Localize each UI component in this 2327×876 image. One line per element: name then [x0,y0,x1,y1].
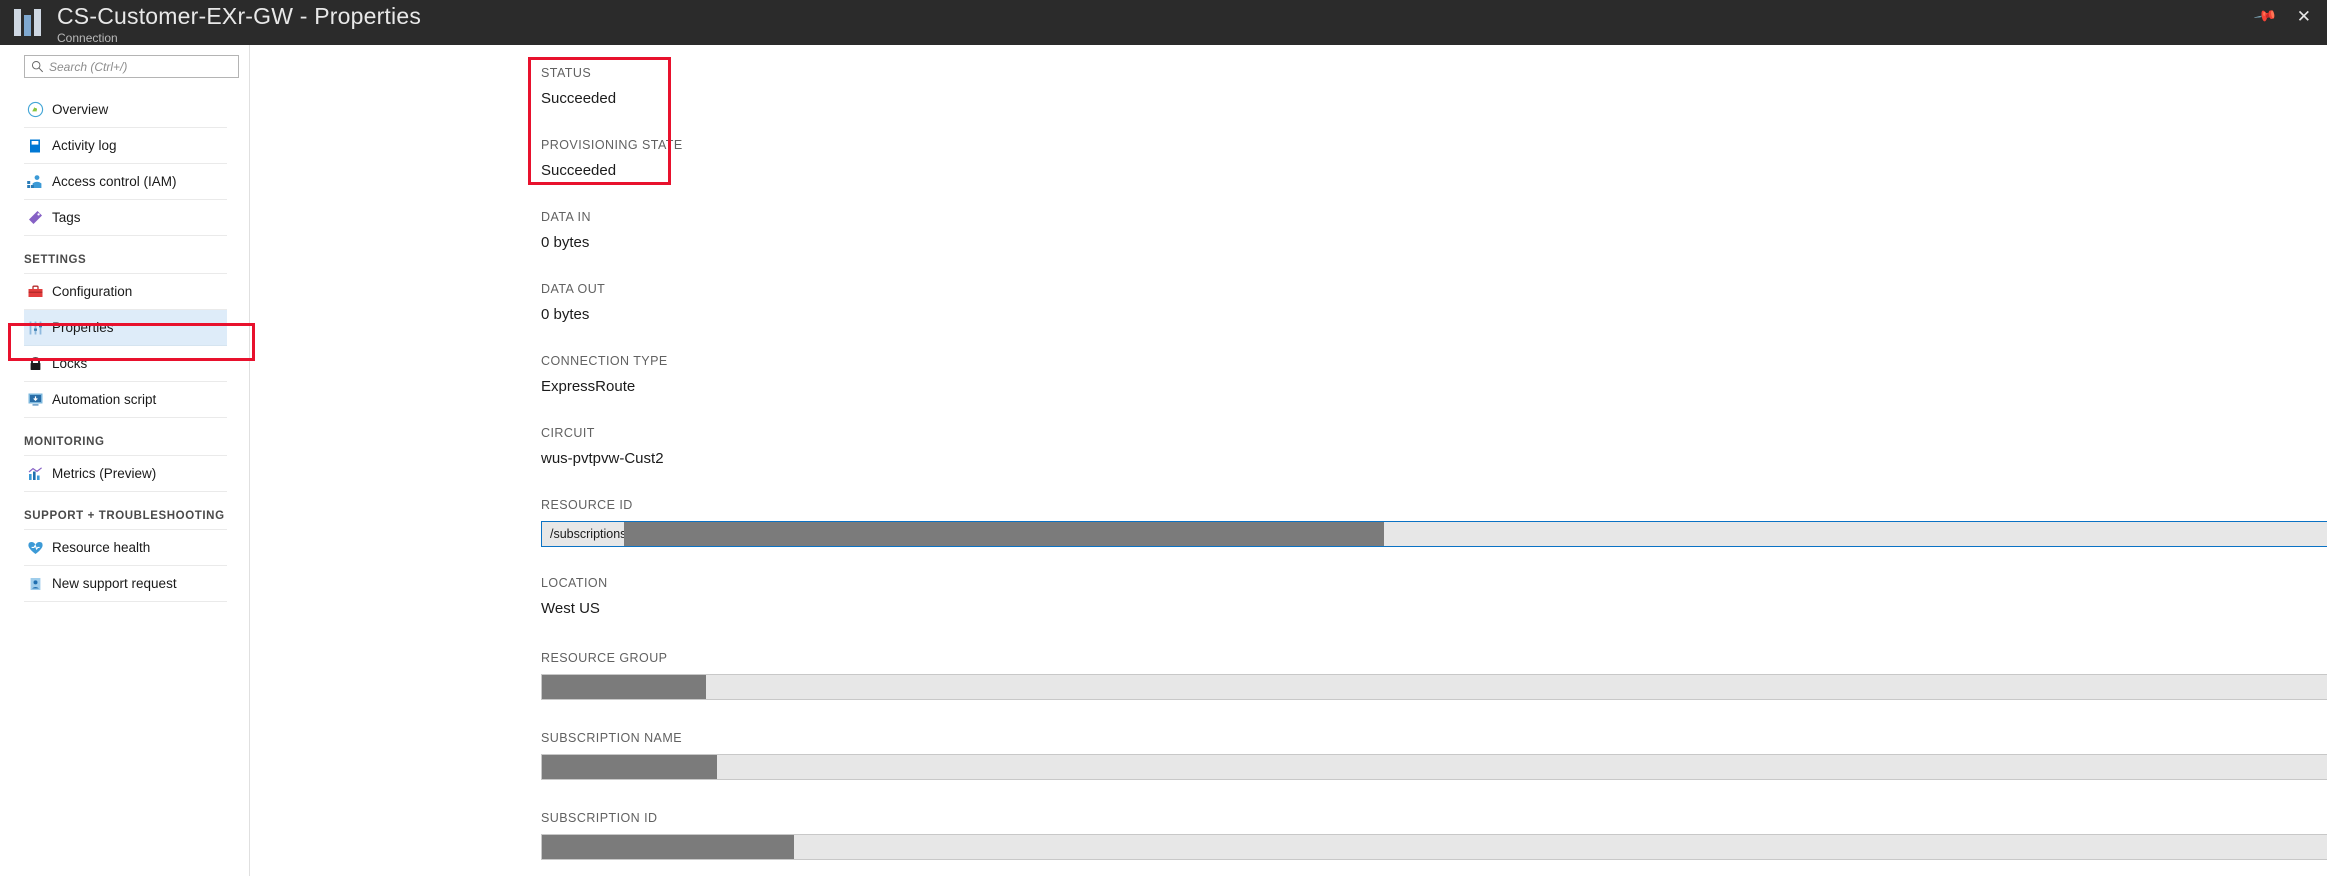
sidebar-item-metrics[interactable]: Metrics (Preview) [24,456,227,492]
property-value: West US [541,600,600,617]
property-value: 0 bytes [541,306,590,323]
subscription-id-input[interactable] [541,834,2327,860]
app-logo-icon [14,6,41,36]
sidebar-item-locks[interactable]: Locks [24,346,227,382]
access-control-icon [24,172,46,192]
sidebar-item-automation-script[interactable]: Automation script [24,382,227,418]
metrics-icon [24,464,46,484]
sidebar-item-activity-log[interactable]: Activity log [24,128,227,164]
property-data-in: DATA IN 0 bytes [541,209,591,253]
sidebar-item-label: Configuration [52,284,133,299]
property-status: STATUS Succeeded [541,65,616,109]
property-value: Succeeded [541,162,617,179]
property-label: CONNECTION TYPE [541,354,668,368]
sidebar-item-overview[interactable]: Overview [24,92,227,128]
subscription-name-input[interactable] [541,754,2327,780]
property-value: wus-pvtpvw-Cust2 [541,450,664,467]
sidebar-item-label: Overview [52,102,109,117]
subscription-name-row [541,754,2327,780]
activity-log-icon [24,136,46,156]
page-subtitle: Connection [57,31,118,45]
nav-group-monitoring: MONITORING [24,418,227,456]
search-input[interactable] [49,59,229,74]
sidebar-item-label: New support request [52,576,177,591]
property-subscription-name: SUBSCRIPTION NAME [541,730,682,746]
resource-group-input[interactable] [541,674,2327,700]
property-label: SUBSCRIPTION NAME [541,731,682,745]
overview-icon [24,100,46,120]
property-value: 0 bytes [541,234,590,251]
properties-panel: STATUS Succeeded PROVISIONING STATE Succ… [251,45,2327,876]
blade-body: « Overview [0,45,2327,876]
tags-icon [24,208,46,228]
window-titlebar: CS-Customer-EXr-GW - Properties Connecti… [0,0,2327,45]
property-subscription-id: SUBSCRIPTION ID [541,810,658,826]
sidebar-item-new-support-request[interactable]: New support request [24,566,227,602]
sidebar-item-configuration[interactable]: Configuration [24,274,227,310]
search-box[interactable] [24,55,239,78]
property-resource-group: RESOURCE GROUP [541,650,667,666]
sidebar-item-tags[interactable]: Tags [24,200,227,236]
new-support-request-icon [24,574,46,594]
nav-group-support: SUPPORT + TROUBLESHOOTING [24,492,227,530]
sidebar-item-resource-health[interactable]: Resource health [24,530,227,566]
property-label: DATA OUT [541,282,606,296]
sidebar-item-label: Activity log [52,138,117,153]
titlebar-actions: 📌 ✕ [2253,4,2311,29]
search-icon [25,60,49,73]
resource-id-value: /subscriptions [550,527,627,541]
redaction-bar [624,522,1384,546]
subscription-id-row [541,834,2327,860]
sidebar-item-label: Automation script [52,392,157,407]
page-title: CS-Customer-EXr-GW - Properties [57,3,422,29]
property-provisioning-state: PROVISIONING STATE Succeeded [541,137,683,181]
property-value: Succeeded [541,90,617,107]
property-label: LOCATION [541,576,608,590]
property-label: DATA IN [541,210,591,224]
search-row [0,45,249,78]
property-circuit: CIRCUIT wus-pvtpvw-Cust2 [541,425,664,469]
property-label: RESOURCE GROUP [541,651,668,665]
resource-id-input[interactable]: /subscriptions [541,521,2327,547]
sidebar-item-access-control[interactable]: Access control (IAM) [24,164,227,200]
automation-script-icon [24,390,46,410]
sidebar-item-label: Properties [52,320,114,335]
property-label: SUBSCRIPTION ID [541,811,658,825]
redaction-bar [542,755,717,779]
left-navigation: « Overview [0,45,265,876]
property-location: LOCATION West US [541,575,608,619]
sidebar-item-label: Resource health [52,540,151,555]
sidebar-item-label: Access control (IAM) [52,174,177,189]
sidebar-item-properties[interactable]: Properties [24,310,227,346]
property-value: ExpressRoute [541,378,636,395]
nav-list: Overview Activity log Access control (IA… [0,92,249,602]
property-label: STATUS [541,66,592,80]
configuration-icon [24,282,46,302]
sidebar-item-label: Tags [52,210,81,225]
property-label: CIRCUIT [541,426,595,440]
properties-icon [24,318,46,338]
property-label: PROVISIONING STATE [541,138,683,152]
redaction-bar [542,675,706,699]
close-icon[interactable]: ✕ [2297,8,2311,25]
property-data-out: DATA OUT 0 bytes [541,281,605,325]
property-connection-type: CONNECTION TYPE ExpressRoute [541,353,668,397]
resource-health-icon [24,538,46,558]
property-resource-id: RESOURCE ID [541,497,633,513]
sidebar-item-label: Metrics (Preview) [52,466,157,481]
property-label: RESOURCE ID [541,498,633,512]
lock-icon [24,354,46,374]
resource-group-row [541,674,2327,700]
nav-group-settings: SETTINGS [24,236,227,274]
resource-id-row: /subscriptions [541,521,2327,547]
pin-icon[interactable]: 📌 [2253,4,2278,29]
redaction-bar [542,835,794,859]
sidebar-item-label: Locks [52,356,88,371]
